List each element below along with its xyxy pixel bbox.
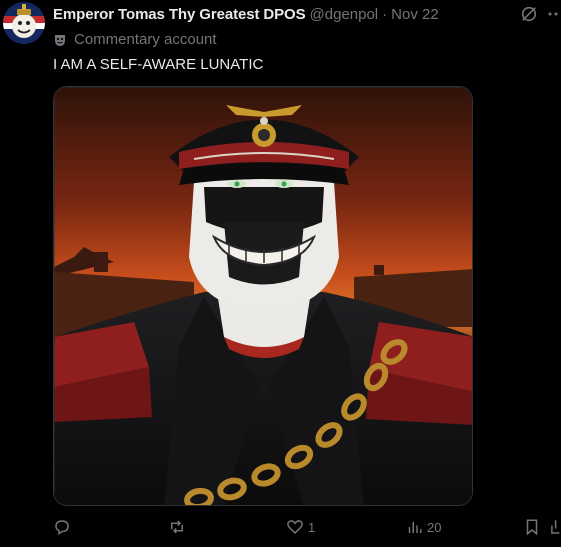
bookmark-button[interactable]	[523, 518, 541, 536]
grok-icon[interactable]	[519, 4, 539, 24]
account-label-text: Commentary account	[74, 31, 217, 48]
more-icon[interactable]	[547, 4, 561, 24]
share-button[interactable]	[548, 518, 561, 536]
theater-mask-icon	[53, 33, 67, 47]
like-button[interactable]: 1	[286, 518, 315, 536]
heart-icon	[287, 520, 303, 535]
post-header: Emperor Tomas Thy Greatest DPOS @dgenpol…	[53, 6, 439, 23]
top-right-icons	[519, 4, 561, 24]
user-handle[interactable]: @dgenpol	[310, 6, 379, 23]
reply-button[interactable]	[53, 518, 75, 536]
views-count: 20	[427, 519, 442, 535]
bookmark-icon	[526, 519, 538, 536]
post-actions: 1 20	[0, 518, 561, 540]
post[interactable]: Emperor Tomas Thy Greatest DPOS @dgenpol…	[0, 0, 561, 547]
post-date[interactable]: Nov 22	[391, 6, 439, 23]
views-button[interactable]: 20	[405, 518, 441, 536]
avatar[interactable]	[3, 2, 45, 44]
repost-icon	[171, 520, 183, 534]
officer-painting-image	[54, 87, 472, 505]
repost-button[interactable]	[167, 518, 191, 536]
account-label: Commentary account	[53, 31, 217, 48]
post-image[interactable]	[53, 86, 473, 506]
separator-dot: ·	[382, 6, 388, 23]
reply-icon	[55, 520, 69, 536]
share-icon	[551, 520, 560, 534]
views-icon	[408, 521, 422, 533]
post-text: I AM A SELF-AWARE LUNATIC	[53, 56, 264, 73]
display-name[interactable]: Emperor Tomas Thy Greatest DPOS	[53, 6, 306, 23]
like-count: 1	[308, 519, 316, 535]
